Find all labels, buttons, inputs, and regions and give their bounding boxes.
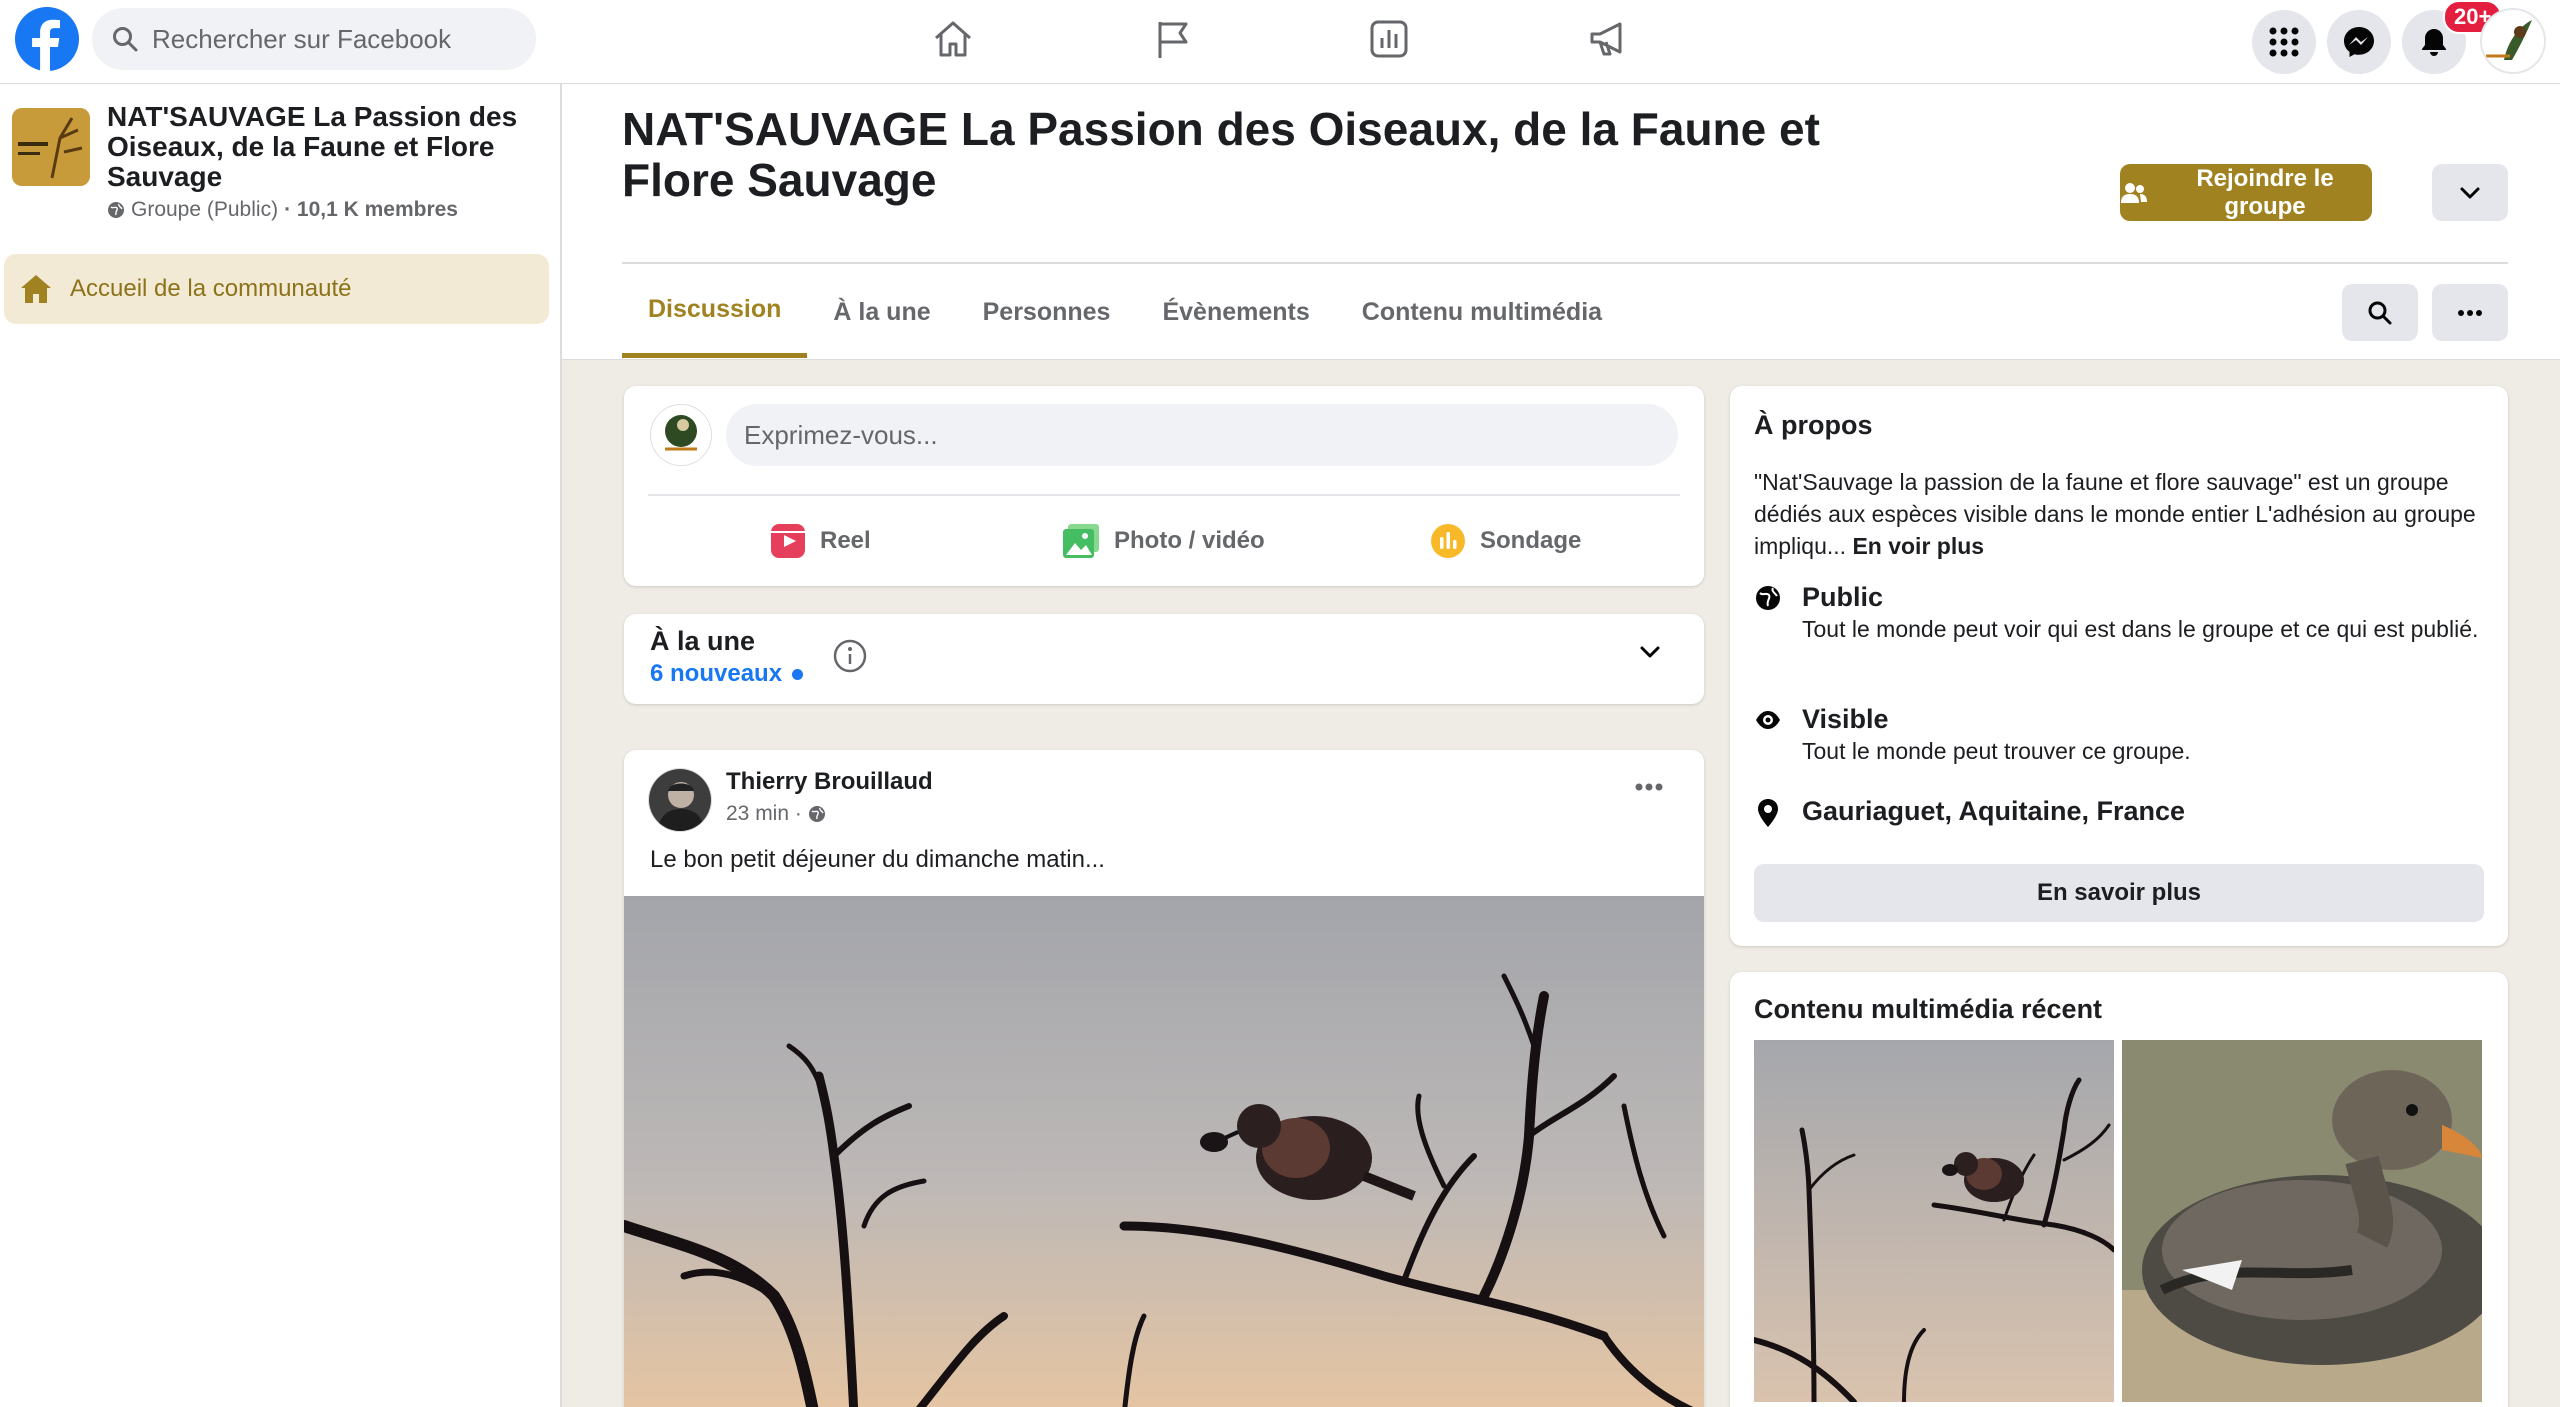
photo-icon [1062,523,1100,559]
group-search-button[interactable] [2342,284,2418,341]
tab-events[interactable]: Évènements [1136,266,1335,358]
location-row: Gauriaguet, Aquitaine, France [1754,794,2185,828]
group-name[interactable]: NAT'SAUVAGE La Passion des Oiseaux, de l… [107,102,527,192]
community-home-label: Accueil de la communauté [70,275,352,302]
globe-icon [107,201,125,219]
composer-avatar[interactable] [650,404,712,466]
new-dot-icon [792,668,804,680]
group-thumbnail[interactable] [12,108,90,186]
flag-icon[interactable] [1148,14,1198,64]
tab-featured[interactable]: À la une [807,266,956,358]
header-divider [622,262,2508,264]
learn-more-button[interactable]: En savoir plus [1754,864,2484,922]
public-title: Public [1802,582,1884,612]
group-tabs: Discussion À la une Personnes Évènements… [622,266,1628,358]
chart-icon[interactable] [1364,14,1414,64]
poll-label: Sondage [1480,527,1582,554]
privacy-public: Public Tout le monde peut voir qui est d… [1754,580,2482,645]
featured-new-count: 6 nouveaux [650,660,804,688]
search-input[interactable] [152,23,512,55]
photo-video-label: Photo / vidéo [1114,527,1265,554]
search-bar[interactable] [92,8,536,70]
recent-media-card: Contenu multimédia récent [1730,972,2508,1407]
people-icon [2120,181,2148,205]
featured-section[interactable]: À la une 6 nouveaux [624,614,1704,704]
composer-divider [648,494,1680,496]
page-title: NAT'SAUVAGE La Passion des Oiseaux, de l… [622,103,1820,206]
visible-title: Visible [1802,704,1889,734]
home-icon[interactable] [928,14,978,64]
top-navigation-bar: 20+ [0,0,2560,84]
group-privacy: Groupe (Public) [131,198,279,221]
location-pin-icon [1754,798,1784,828]
chevron-down-icon[interactable] [1638,644,1662,660]
community-home-link[interactable]: Accueil de la communauté [4,254,549,324]
location-label: Gauriaguet, Aquitaine, France [1802,796,2186,826]
join-group-label: Rejoindre le groupe [2196,164,2334,220]
post-timestamp[interactable]: 23 min · [726,802,802,826]
profile-avatar[interactable] [2480,8,2546,74]
media-thumbnail-duck[interactable] [2122,1040,2482,1402]
join-group-button[interactable]: Rejoindre le groupe [2120,164,2372,221]
home-filled-icon [18,271,54,307]
facebook-logo-icon[interactable] [15,7,79,71]
composer-input[interactable]: Exprimez-vous... [726,404,1678,466]
group-meta: Groupe (Public) · 10,1 K membres [107,198,458,222]
group-members: · 10,1 K membres [284,198,458,221]
reel-label: Reel [820,527,871,554]
tab-media[interactable]: Contenu multimédia [1336,266,1628,358]
tab-discussion[interactable]: Discussion [622,266,808,358]
post-text: Le bon petit déjeuner du dimanche matin.… [650,846,1105,873]
about-card: À propos "Nat'Sauvage la passion de la f… [1730,386,2508,946]
public-description: Tout le monde peut voir qui est dans le … [1802,616,2479,642]
post-time: 23 min · [726,802,826,826]
globe-icon [1754,584,1784,614]
menu-grid-icon[interactable] [2252,10,2316,74]
more-dots-icon [2457,309,2483,317]
megaphone-icon[interactable] [1584,14,1634,64]
photo-video-button[interactable]: Photo / vidéo [1062,518,1265,564]
header-dropdown-button[interactable] [2432,164,2508,221]
reel-icon [770,523,806,559]
feed-post: Thierry Brouillaud 23 min · Le bon petit… [624,750,1704,1407]
author-avatar[interactable] [648,768,712,832]
info-icon[interactable] [832,638,868,674]
about-description: "Nat'Sauvage la passion de la faune et f… [1754,466,2484,562]
eye-icon [1754,706,1784,736]
media-thumbnail-bird[interactable] [1754,1040,2114,1402]
post-author[interactable]: Thierry Brouillaud [726,768,933,796]
messenger-icon[interactable] [2327,10,2391,74]
chevron-down-icon [2459,186,2481,200]
see-more-link[interactable]: En voir plus [1852,533,1984,559]
post-options-icon[interactable] [1634,782,1664,792]
search-icon [110,24,140,54]
left-sidebar: NAT'SAUVAGE La Passion des Oiseaux, de l… [0,84,562,1407]
visibility-visible: Visible Tout le monde peut trouver ce gr… [1754,702,2482,767]
globe-icon [808,805,826,823]
featured-title: À la une [650,626,756,656]
about-title: À propos [1754,410,1873,440]
group-more-button[interactable] [2432,284,2508,341]
poll-button[interactable]: Sondage [1430,518,1581,564]
tab-people[interactable]: Personnes [957,266,1137,358]
new-count-label: 6 nouveaux [650,660,783,687]
visible-description: Tout le monde peut trouver ce groupe. [1802,738,2191,764]
post-composer: Exprimez-vous... Reel Photo / vidéo Sond… [624,386,1704,586]
reel-button[interactable]: Reel [770,518,871,564]
search-icon [2366,299,2394,327]
post-photo[interactable] [624,896,1704,1407]
media-title: Contenu multimédia récent [1754,994,2103,1024]
poll-icon [1430,523,1466,559]
